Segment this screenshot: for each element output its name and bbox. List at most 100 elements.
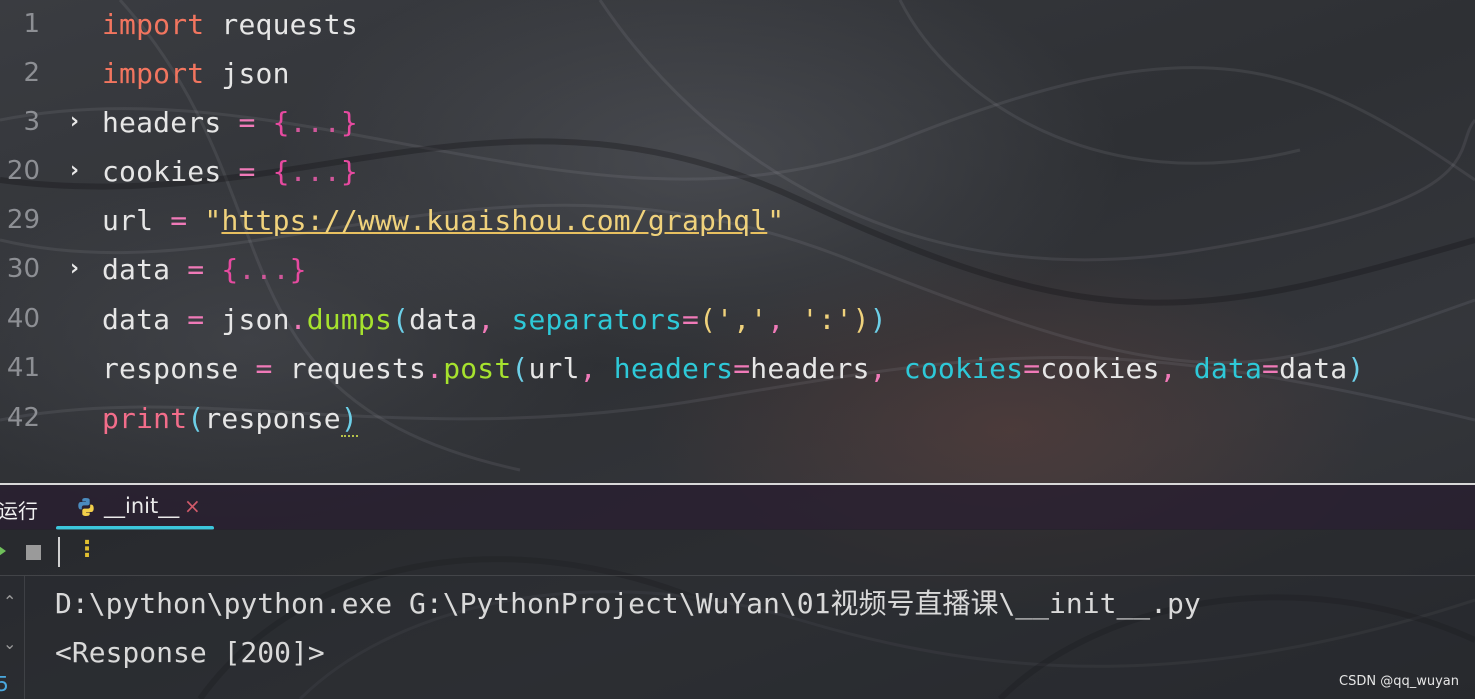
console-line-command: D:\python\python.exe G:\PythonProject\Wu… (55, 587, 1201, 620)
assign-operator: = (221, 155, 273, 188)
code-line-41: 41 response = requests.post(url, headers… (0, 344, 1475, 393)
assign-operator: = (733, 352, 751, 385)
code-text: headers = {...} (102, 98, 358, 147)
string-literal: ',' (716, 303, 768, 336)
paren: ( (511, 352, 529, 385)
code-text: data = {...} (102, 245, 307, 294)
code-line-29: 29 url = "https://www.kuaishou.com/graph… (0, 196, 1475, 245)
assign-operator: = (1262, 352, 1280, 385)
line-number: 40 (6, 304, 40, 334)
argument: headers (750, 352, 870, 385)
scroll-down-icon[interactable]: ⌄ (3, 634, 16, 653)
brace-open: { (221, 253, 239, 286)
close-icon[interactable]: × (184, 494, 201, 518)
line-number: 29 (6, 205, 40, 235)
code-text: cookies = {...} (102, 147, 358, 196)
folded-placeholder[interactable]: ... (290, 155, 341, 188)
code-text: url = "https://www.kuaishou.com/graphql" (102, 196, 784, 245)
comma: , (1159, 352, 1194, 385)
string-literal: ':' (801, 303, 853, 336)
variable-name: data (102, 253, 171, 286)
module-name: requests (289, 352, 427, 385)
paren: ) (852, 303, 870, 336)
folded-placeholder[interactable]: ... (238, 253, 289, 286)
keyword-import: import (102, 8, 205, 41)
code-line-20: 20 › cookies = {...} (0, 147, 1475, 196)
assign-operator: = (221, 106, 273, 139)
keyword-import: import (102, 57, 205, 90)
line-number: 30 (6, 254, 40, 284)
assign-operator: = (170, 253, 222, 286)
side-indicator: 5 (0, 672, 9, 696)
code-text: import json (102, 49, 290, 98)
code-text: data = json.dumps(data, separators=(',',… (102, 295, 887, 344)
run-toolbar: ⋮ (0, 529, 1475, 576)
paren: ) (869, 303, 887, 336)
url-string-link[interactable]: https://www.kuaishou.com/graphql (221, 204, 767, 237)
brace-close: } (289, 253, 307, 286)
code-line-40: 40 data = json.dumps(data, separators=('… (0, 295, 1475, 344)
comma: , (477, 303, 512, 336)
rerun-icon[interactable] (0, 544, 6, 558)
run-tool-window-title[interactable]: 运行 (0, 495, 38, 524)
argument: data (409, 303, 478, 336)
argument: cookies (1040, 352, 1160, 385)
stop-icon[interactable] (26, 545, 41, 560)
comma: , (869, 352, 904, 385)
console-output[interactable]: ⌃ ⌄ 5 D:\python\python.exe G:\PythonProj… (0, 576, 1475, 699)
line-number: 3 (23, 107, 40, 137)
line-number: 1 (23, 9, 40, 39)
assign-operator: = (1023, 352, 1041, 385)
assign-operator: = (153, 204, 205, 237)
fold-chevron-icon[interactable]: › (70, 257, 92, 281)
line-number: 42 (6, 403, 40, 433)
folded-placeholder[interactable]: ... (290, 106, 341, 139)
function-call: post (443, 352, 512, 385)
assign-operator: = (682, 303, 700, 336)
variable-name: headers (102, 106, 222, 139)
scroll-up-icon[interactable]: ⌃ (3, 592, 16, 611)
code-editor[interactable]: 1 import requests 2 import json 3 › head… (0, 0, 1475, 470)
watermark: CSDN @qq_wuyan (1339, 674, 1459, 689)
line-number: 41 (6, 353, 40, 383)
keyword-argument: headers (613, 352, 734, 385)
variable-name: cookies (102, 155, 222, 188)
paren: ( (187, 402, 205, 435)
code-line-30: 30 › data = {...} (0, 245, 1475, 294)
code-line-3: 3 › headers = {...} (0, 98, 1475, 147)
module-name: requests (204, 8, 358, 41)
variable-name: data (102, 303, 171, 336)
assign-operator: = (170, 303, 222, 336)
function-call: dumps (306, 303, 393, 336)
toolbar-divider (58, 537, 60, 567)
paren: ( (392, 303, 410, 336)
module-name: json (221, 303, 290, 336)
fold-chevron-icon[interactable]: › (70, 159, 92, 183)
argument: response (204, 402, 341, 435)
dot-operator: . (426, 352, 444, 385)
python-icon (78, 498, 94, 516)
fold-chevron-icon[interactable]: › (70, 110, 92, 134)
paren: ( (699, 303, 717, 336)
brace-close: } (340, 106, 358, 139)
module-name: json (204, 57, 290, 90)
line-number: 20 (6, 156, 40, 186)
code-text: import requests (102, 0, 358, 49)
tab-label: __init__ (104, 494, 180, 518)
code-text: response = requests.post(url, headers=he… (102, 344, 1364, 393)
keyword-argument: data (1193, 352, 1263, 385)
run-tab-bar: 运行 __init__ × (0, 483, 1475, 530)
brace-open: { (272, 155, 290, 188)
paren-warning[interactable]: ) (340, 402, 358, 437)
string-quote: " (767, 204, 785, 237)
argument: url (528, 352, 580, 385)
comma: , (767, 303, 802, 336)
comma: , (579, 352, 614, 385)
brace-close: } (340, 155, 358, 188)
line-number: 2 (23, 58, 40, 88)
keyword-argument: cookies (903, 352, 1024, 385)
assign-operator: = (238, 352, 290, 385)
tab-init[interactable]: __init__ × (56, 485, 214, 530)
more-options-icon[interactable]: ⋮ (76, 537, 98, 562)
keyword-argument: separators (511, 303, 683, 336)
